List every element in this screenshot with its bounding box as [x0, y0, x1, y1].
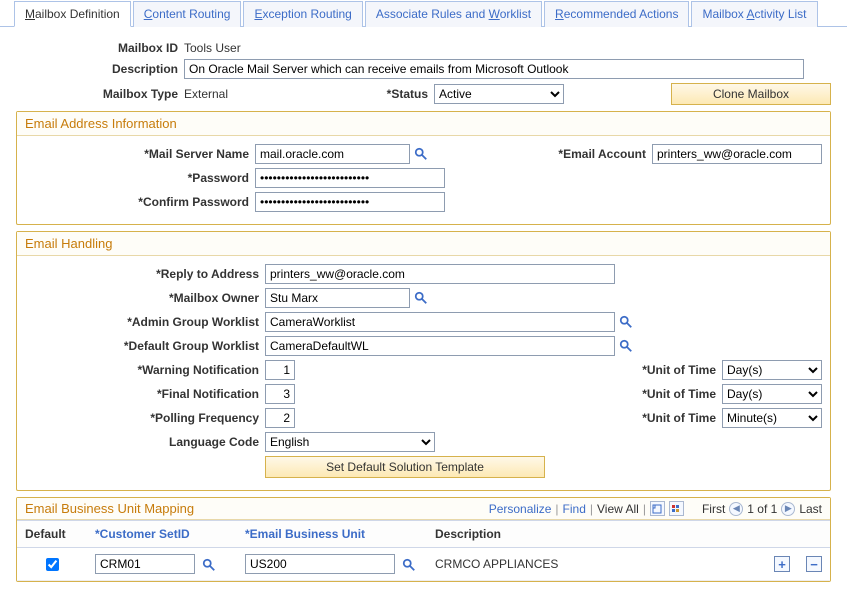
- mail-server-label: *Mail Server Name: [25, 147, 255, 161]
- prev-icon[interactable]: ◀: [729, 502, 743, 516]
- default-worklist-input[interactable]: [265, 336, 615, 356]
- lookup-icon[interactable]: [414, 147, 428, 161]
- tab-content-routing[interactable]: Content Routing: [133, 1, 242, 27]
- delete-row-button[interactable]: −: [806, 556, 822, 572]
- clone-mailbox-button[interactable]: Clone Mailbox: [671, 83, 831, 105]
- uot-label-1: *Unit of Time: [622, 363, 722, 377]
- admin-worklist-label: *Admin Group Worklist: [25, 315, 265, 329]
- email-account-label: *Email Account: [512, 147, 652, 161]
- reply-input[interactable]: [265, 264, 615, 284]
- mailbox-type-label: Mailbox Type: [16, 87, 184, 101]
- uot-select-1[interactable]: Day(s): [722, 360, 822, 380]
- zoom-icon[interactable]: [650, 501, 665, 516]
- confirm-password-input[interactable]: [255, 192, 445, 212]
- uot-label-2: *Unit of Time: [622, 387, 722, 401]
- final-input[interactable]: [265, 384, 295, 404]
- lookup-icon[interactable]: [402, 558, 416, 572]
- mail-server-input[interactable]: [255, 144, 410, 164]
- grid-first[interactable]: First: [702, 502, 725, 516]
- status-label: *Status: [374, 87, 434, 101]
- col-description: Description: [427, 520, 766, 548]
- mailbox-id-value: Tools User: [184, 41, 241, 55]
- final-label: *Final Notification: [25, 387, 265, 401]
- desc-cell: CRMCO APPLIANCES: [427, 548, 766, 581]
- poll-input[interactable]: [265, 408, 295, 428]
- add-row-button[interactable]: +: [774, 556, 790, 572]
- lang-select[interactable]: English: [265, 432, 435, 452]
- mailbox-type-value: External: [184, 87, 374, 101]
- poll-label: *Polling Frequency: [25, 411, 265, 425]
- grid-pager: 1 of 1: [747, 502, 777, 516]
- grid-find-link[interactable]: Find: [563, 502, 586, 516]
- uot-label-3: *Unit of Time: [622, 411, 722, 425]
- tab-strip: Mailbox Definition Content Routing Excep…: [0, 0, 847, 27]
- email-account-input[interactable]: [652, 144, 822, 164]
- tab-mailbox-definition[interactable]: Mailbox Definition: [14, 1, 131, 27]
- section-email-handling: Email Handling *Reply to Address *Mailbo…: [16, 231, 831, 491]
- owner-input[interactable]: [265, 288, 410, 308]
- tab-recommended-actions[interactable]: Recommended Actions: [544, 1, 689, 27]
- default-worklist-label: *Default Group Worklist: [25, 339, 265, 353]
- col-default: Default: [17, 520, 87, 548]
- admin-worklist-input[interactable]: [265, 312, 615, 332]
- grid-last[interactable]: Last: [799, 502, 822, 516]
- default-checkbox[interactable]: [46, 558, 59, 571]
- grid-title: Email Business Unit Mapping: [25, 501, 194, 516]
- bu-input[interactable]: [245, 554, 395, 574]
- uot-select-2[interactable]: Day(s): [722, 384, 822, 404]
- section-title: Email Handling: [17, 232, 830, 256]
- grid-row: CRMCO APPLIANCES + −: [17, 548, 830, 581]
- mailbox-id-label: Mailbox ID: [16, 41, 184, 55]
- reply-label: *Reply to Address: [25, 267, 265, 281]
- owner-label: *Mailbox Owner: [25, 291, 265, 305]
- warning-input[interactable]: [265, 360, 295, 380]
- grid-personalize-link[interactable]: Personalize: [489, 502, 552, 516]
- section-email-bu-mapping: Email Business Unit Mapping Personalize …: [16, 497, 831, 582]
- lang-label: Language Code: [25, 435, 265, 449]
- password-label: *Password: [25, 171, 255, 185]
- setid-input[interactable]: [95, 554, 195, 574]
- tab-exception-routing[interactable]: Exception Routing: [243, 1, 362, 27]
- lookup-icon[interactable]: [202, 558, 216, 572]
- grid-view-all[interactable]: View All: [597, 502, 639, 516]
- grid-header-row: Default *Customer SetID *Email Business …: [17, 520, 830, 548]
- description-label: Description: [16, 62, 184, 76]
- tab-mailbox-activity-list[interactable]: Mailbox Activity List: [691, 1, 817, 27]
- lookup-icon[interactable]: [619, 339, 633, 353]
- col-customer-setid[interactable]: *Customer SetID: [87, 520, 237, 548]
- next-icon[interactable]: ▶: [781, 502, 795, 516]
- uot-select-3[interactable]: Minute(s): [722, 408, 822, 428]
- tab-associate-rules-worklist[interactable]: Associate Rules and Worklist: [365, 1, 542, 27]
- lookup-icon[interactable]: [414, 291, 428, 305]
- section-title: Email Address Information: [17, 112, 830, 136]
- col-email-bu[interactable]: *Email Business Unit: [237, 520, 427, 548]
- description-input[interactable]: [184, 59, 804, 79]
- set-default-template-button[interactable]: Set Default Solution Template: [265, 456, 545, 478]
- status-select[interactable]: Active: [434, 84, 564, 104]
- lookup-icon[interactable]: [619, 315, 633, 329]
- section-email-address-info: Email Address Information *Mail Server N…: [16, 111, 831, 225]
- password-input[interactable]: [255, 168, 445, 188]
- warning-label: *Warning Notification: [25, 363, 265, 377]
- confirm-password-label: *Confirm Password: [25, 195, 255, 209]
- download-icon[interactable]: [669, 501, 684, 516]
